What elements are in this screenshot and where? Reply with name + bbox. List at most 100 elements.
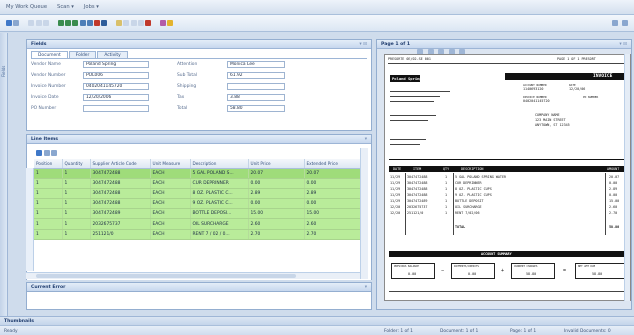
col-unit-measure[interactable]: Unit Measure — [150, 159, 191, 169]
invoice-document-image[interactable]: PRESORTE 0E/02-SE 001 PAGE 1 OF 1 PRESOR… — [384, 54, 631, 301]
cell[interactable]: 1 — [34, 178, 63, 189]
cell[interactable]: 0.00 — [304, 198, 361, 210]
cell[interactable]: 3047472488 — [90, 178, 151, 189]
cell[interactable]: EACH — [150, 198, 191, 210]
table-row[interactable]: 1 1 3047472488 EACH 5 GAL POLAND S... 20.07 20… — [34, 168, 361, 179]
cell[interactable]: 1 — [62, 168, 91, 179]
cell[interactable]: 9 OZ. PLASTIC C... — [190, 198, 249, 210]
table-view-icon[interactable] — [65, 20, 72, 26]
table-row[interactable]: 1 1 3047472488 EACH 8 OZ. PLASTIC C... 2.89 2.… — [34, 188, 361, 200]
cell[interactable]: 3047472488 — [90, 188, 151, 200]
rotate-left-icon[interactable] — [123, 20, 130, 26]
cell[interactable]: EACH — [150, 178, 191, 189]
cell[interactable]: OIL SURCHARGE — [190, 218, 249, 230]
prev-page-icon[interactable] — [35, 20, 42, 26]
col-quantity[interactable]: Quantity — [62, 159, 91, 169]
merge-icon[interactable] — [86, 20, 93, 26]
table-row[interactable]: 1 1 251121/0 EACH RENT 7 / 02 / 0... 2.70 2.70 — [34, 229, 361, 240]
cell[interactable]: 1 — [62, 198, 91, 210]
cell[interactable]: 0.00 — [304, 178, 361, 189]
first-page-icon[interactable] — [28, 20, 35, 26]
grid-horizontal-scrollbar[interactable] — [26, 272, 360, 279]
tab-document[interactable]: Document — [31, 51, 68, 58]
split-icon[interactable] — [79, 20, 86, 26]
cell[interactable]: 1 — [62, 208, 91, 220]
cell[interactable]: 0.00 — [248, 198, 305, 210]
attention-field[interactable]: Monica Lee — [227, 61, 285, 68]
zoom-icon[interactable] — [137, 20, 144, 26]
cell[interactable]: EACH — [150, 208, 191, 220]
cell[interactable]: 1 — [62, 178, 91, 189]
cell[interactable]: 2.60 — [304, 218, 361, 230]
line-items-pin-icon[interactable]: ▾ — [365, 137, 367, 142]
cell[interactable]: 8 OZ. PLASTIC C... — [190, 188, 249, 200]
expand-icon[interactable]: ▾ — [365, 285, 367, 290]
po-number-field[interactable] — [83, 105, 149, 112]
cell[interactable]: RENT 7 / 02 / 0... — [190, 229, 249, 240]
cell[interactable]: 3047472488 — [90, 198, 151, 210]
table-row[interactable]: 1 1 2032675737 EACH OIL SURCHARGE 2.60 2.60 — [34, 218, 361, 230]
shipping-field[interactable] — [227, 83, 285, 90]
cell[interactable]: 2032675737 — [90, 218, 151, 230]
table-row[interactable]: 1 1 3047472489 EACH BOTTLE DEPOSI... 15.00 15.… — [34, 208, 361, 220]
cell[interactable]: 1 — [62, 229, 91, 240]
col-unit-price[interactable]: Unit Price — [248, 159, 305, 169]
export-icon[interactable] — [101, 20, 108, 26]
cell[interactable]: CUR DEPRINNER — [190, 178, 249, 189]
cell[interactable]: 0.00 — [248, 178, 305, 189]
edit-icon[interactable] — [116, 20, 123, 26]
side-tab-fields[interactable]: Fields — [0, 33, 8, 316]
options-icon[interactable] — [622, 20, 628, 26]
cell[interactable]: 1 — [34, 168, 63, 179]
cell[interactable]: 3047472489 — [90, 208, 151, 220]
cell[interactable]: EACH — [150, 188, 191, 200]
col-extended-price[interactable]: Extended Price — [304, 159, 361, 169]
delete-icon[interactable] — [93, 20, 100, 26]
cell[interactable]: 2.70 — [248, 229, 305, 240]
viewer-vertical-scrollbar[interactable] — [624, 54, 630, 301]
scan-icon[interactable] — [6, 20, 12, 26]
cell[interactable]: EACH — [150, 218, 191, 230]
tax-field[interactable]: 3.88 — [227, 94, 285, 101]
remove-row-icon[interactable] — [43, 150, 50, 156]
close-document-icon[interactable] — [145, 20, 151, 26]
cell[interactable]: 1 — [62, 218, 91, 230]
cell[interactable]: 1 — [34, 188, 63, 200]
cell[interactable]: 15.00 — [248, 208, 305, 220]
vendor-name-field[interactable]: Poland Spring — [83, 61, 149, 68]
cell[interactable]: 2.89 — [304, 188, 361, 200]
cell[interactable]: 1 — [34, 218, 63, 230]
cell[interactable]: 15.00 — [304, 208, 361, 220]
refresh-icon[interactable] — [51, 150, 57, 156]
next-page-icon[interactable] — [42, 20, 49, 26]
grid-view-icon[interactable] — [57, 20, 64, 26]
col-position[interactable]: Position — [34, 159, 63, 169]
invoice-number-field[interactable]: 0402041145720 — [83, 83, 149, 90]
help-icon[interactable] — [612, 20, 618, 26]
current-error-header[interactable]: Current Error ▾ — [27, 283, 371, 291]
thumbnails-bar[interactable]: Thumbnails — [0, 316, 634, 325]
col-description[interactable]: Description — [190, 159, 249, 169]
cell[interactable]: 20.07 — [304, 168, 361, 179]
menu-scan[interactable]: Scan ▾ — [57, 4, 74, 10]
grid-vertical-scrollbar[interactable] — [360, 148, 368, 279]
vendor-number-field[interactable]: POL006 — [83, 72, 149, 79]
rotate-right-icon[interactable] — [130, 20, 137, 26]
cell[interactable]: 1 — [34, 208, 63, 220]
cell[interactable]: 3047472488 — [90, 168, 151, 179]
cell[interactable]: 2.70 — [304, 229, 361, 240]
star-icon[interactable] — [167, 20, 174, 26]
tab-folder[interactable]: Folder — [68, 51, 97, 58]
cell[interactable]: 5 GAL POLAND S... — [190, 168, 249, 179]
cell[interactable]: 1 — [34, 198, 63, 210]
viewer-pin-icon[interactable]: ▾ ⊟ — [619, 42, 627, 47]
cell[interactable]: 1 — [34, 229, 63, 240]
invoice-date-field[interactable]: 12/20/2006 — [83, 94, 149, 101]
cell[interactable]: 2.89 — [248, 188, 305, 200]
heart-icon[interactable] — [160, 20, 167, 26]
add-row-icon[interactable] — [36, 150, 42, 156]
hscroll-thumb[interactable] — [36, 274, 296, 278]
cell[interactable]: BOTTLE DEPOSI... — [190, 208, 249, 220]
table-row[interactable]: 1 1 3047472488 EACH CUR DEPRINNER 0.00 0.00 — [34, 178, 361, 189]
list-view-icon[interactable] — [72, 20, 79, 26]
